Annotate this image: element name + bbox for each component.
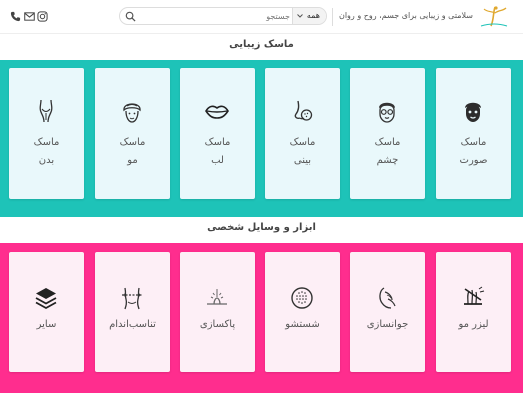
- header-divider: [332, 8, 333, 26]
- search-category-select[interactable]: همه: [292, 8, 326, 24]
- category-card-nose-mask[interactable]: ماسک بینی: [265, 68, 340, 199]
- category-card-others[interactable]: سایر: [9, 252, 84, 372]
- search-category-label: همه: [306, 11, 320, 20]
- instagram-icon[interactable]: [37, 11, 48, 22]
- category-label: ماسک بینی: [289, 137, 316, 166]
- category-card-face-mask[interactable]: ماسک صورت: [436, 68, 511, 199]
- category-label: تناسب‌اندام: [109, 319, 156, 330]
- category-label: ماسک مو: [119, 137, 146, 166]
- category-card-cleansing[interactable]: شستشو: [265, 252, 340, 372]
- category-card-laser-hair[interactable]: لیزر مو: [436, 252, 511, 372]
- search-icon[interactable]: [125, 11, 136, 22]
- eye-mask-icon: [379, 102, 395, 123]
- rejuvenation-icon: [379, 287, 396, 309]
- nose-mask-icon: [294, 100, 313, 121]
- layers-icon: [35, 288, 57, 310]
- category-card-body-mask[interactable]: ماسک بدن: [9, 68, 84, 199]
- pore-cleaning-icon: [207, 289, 227, 305]
- category-card-rejuvenation[interactable]: جوانسازی: [350, 252, 425, 372]
- section-title-personal-tools: ابزار و وسایل شخصی: [207, 222, 316, 233]
- category-card-lip-mask[interactable]: ماسک لب: [180, 68, 255, 199]
- category-card-hair-mask[interactable]: ماسک مو: [95, 68, 170, 199]
- personal-tools-band: لیزر مو جوانسازی شستشو: [0, 243, 523, 393]
- category-card-body-shaping[interactable]: تناسب‌اندام: [95, 252, 170, 372]
- category-label: سایر: [36, 319, 57, 330]
- section-title-beauty-masks: ماسک زیبایی: [229, 39, 294, 50]
- category-label: شستشو: [285, 319, 320, 330]
- hair-mask-icon: [123, 103, 141, 123]
- logo-icon[interactable]: [479, 5, 509, 29]
- email-icon[interactable]: [24, 11, 35, 22]
- search-input[interactable]: [138, 9, 290, 23]
- header: سلامتی و زیبایی برای جسم، روح و روان همه: [0, 0, 523, 34]
- category-label: ماسک بدن: [33, 137, 60, 166]
- lips-icon: [205, 105, 229, 119]
- phone-icon[interactable]: [10, 11, 21, 22]
- category-card-pore-cleaning[interactable]: پاکسازی: [180, 252, 255, 372]
- body-icon: [39, 99, 53, 123]
- category-label: ماسک لب: [204, 137, 231, 166]
- body-shaping-icon: [122, 287, 142, 310]
- category-card-eye-mask[interactable]: ماسک چشم: [350, 68, 425, 199]
- category-label: ماسک صورت: [459, 137, 488, 166]
- search-bar: همه: [119, 7, 327, 25]
- cleansing-brush-icon: [291, 287, 313, 309]
- laser-hair-removal-icon: [464, 286, 485, 305]
- beauty-masks-band: ماسک صورت ماسک چشم ماسک بینی ماسک لب ماس…: [0, 60, 523, 217]
- chevron-down-icon: [297, 14, 303, 18]
- category-label: ماسک چشم: [374, 137, 401, 166]
- site-tagline: سلامتی و زیبایی برای جسم، روح و روان: [338, 11, 473, 20]
- category-label: لیزر مو: [458, 319, 489, 330]
- category-label: جوانسازی: [366, 319, 409, 330]
- face-mask-icon: [465, 102, 481, 122]
- category-label: پاکسازی: [199, 319, 236, 330]
